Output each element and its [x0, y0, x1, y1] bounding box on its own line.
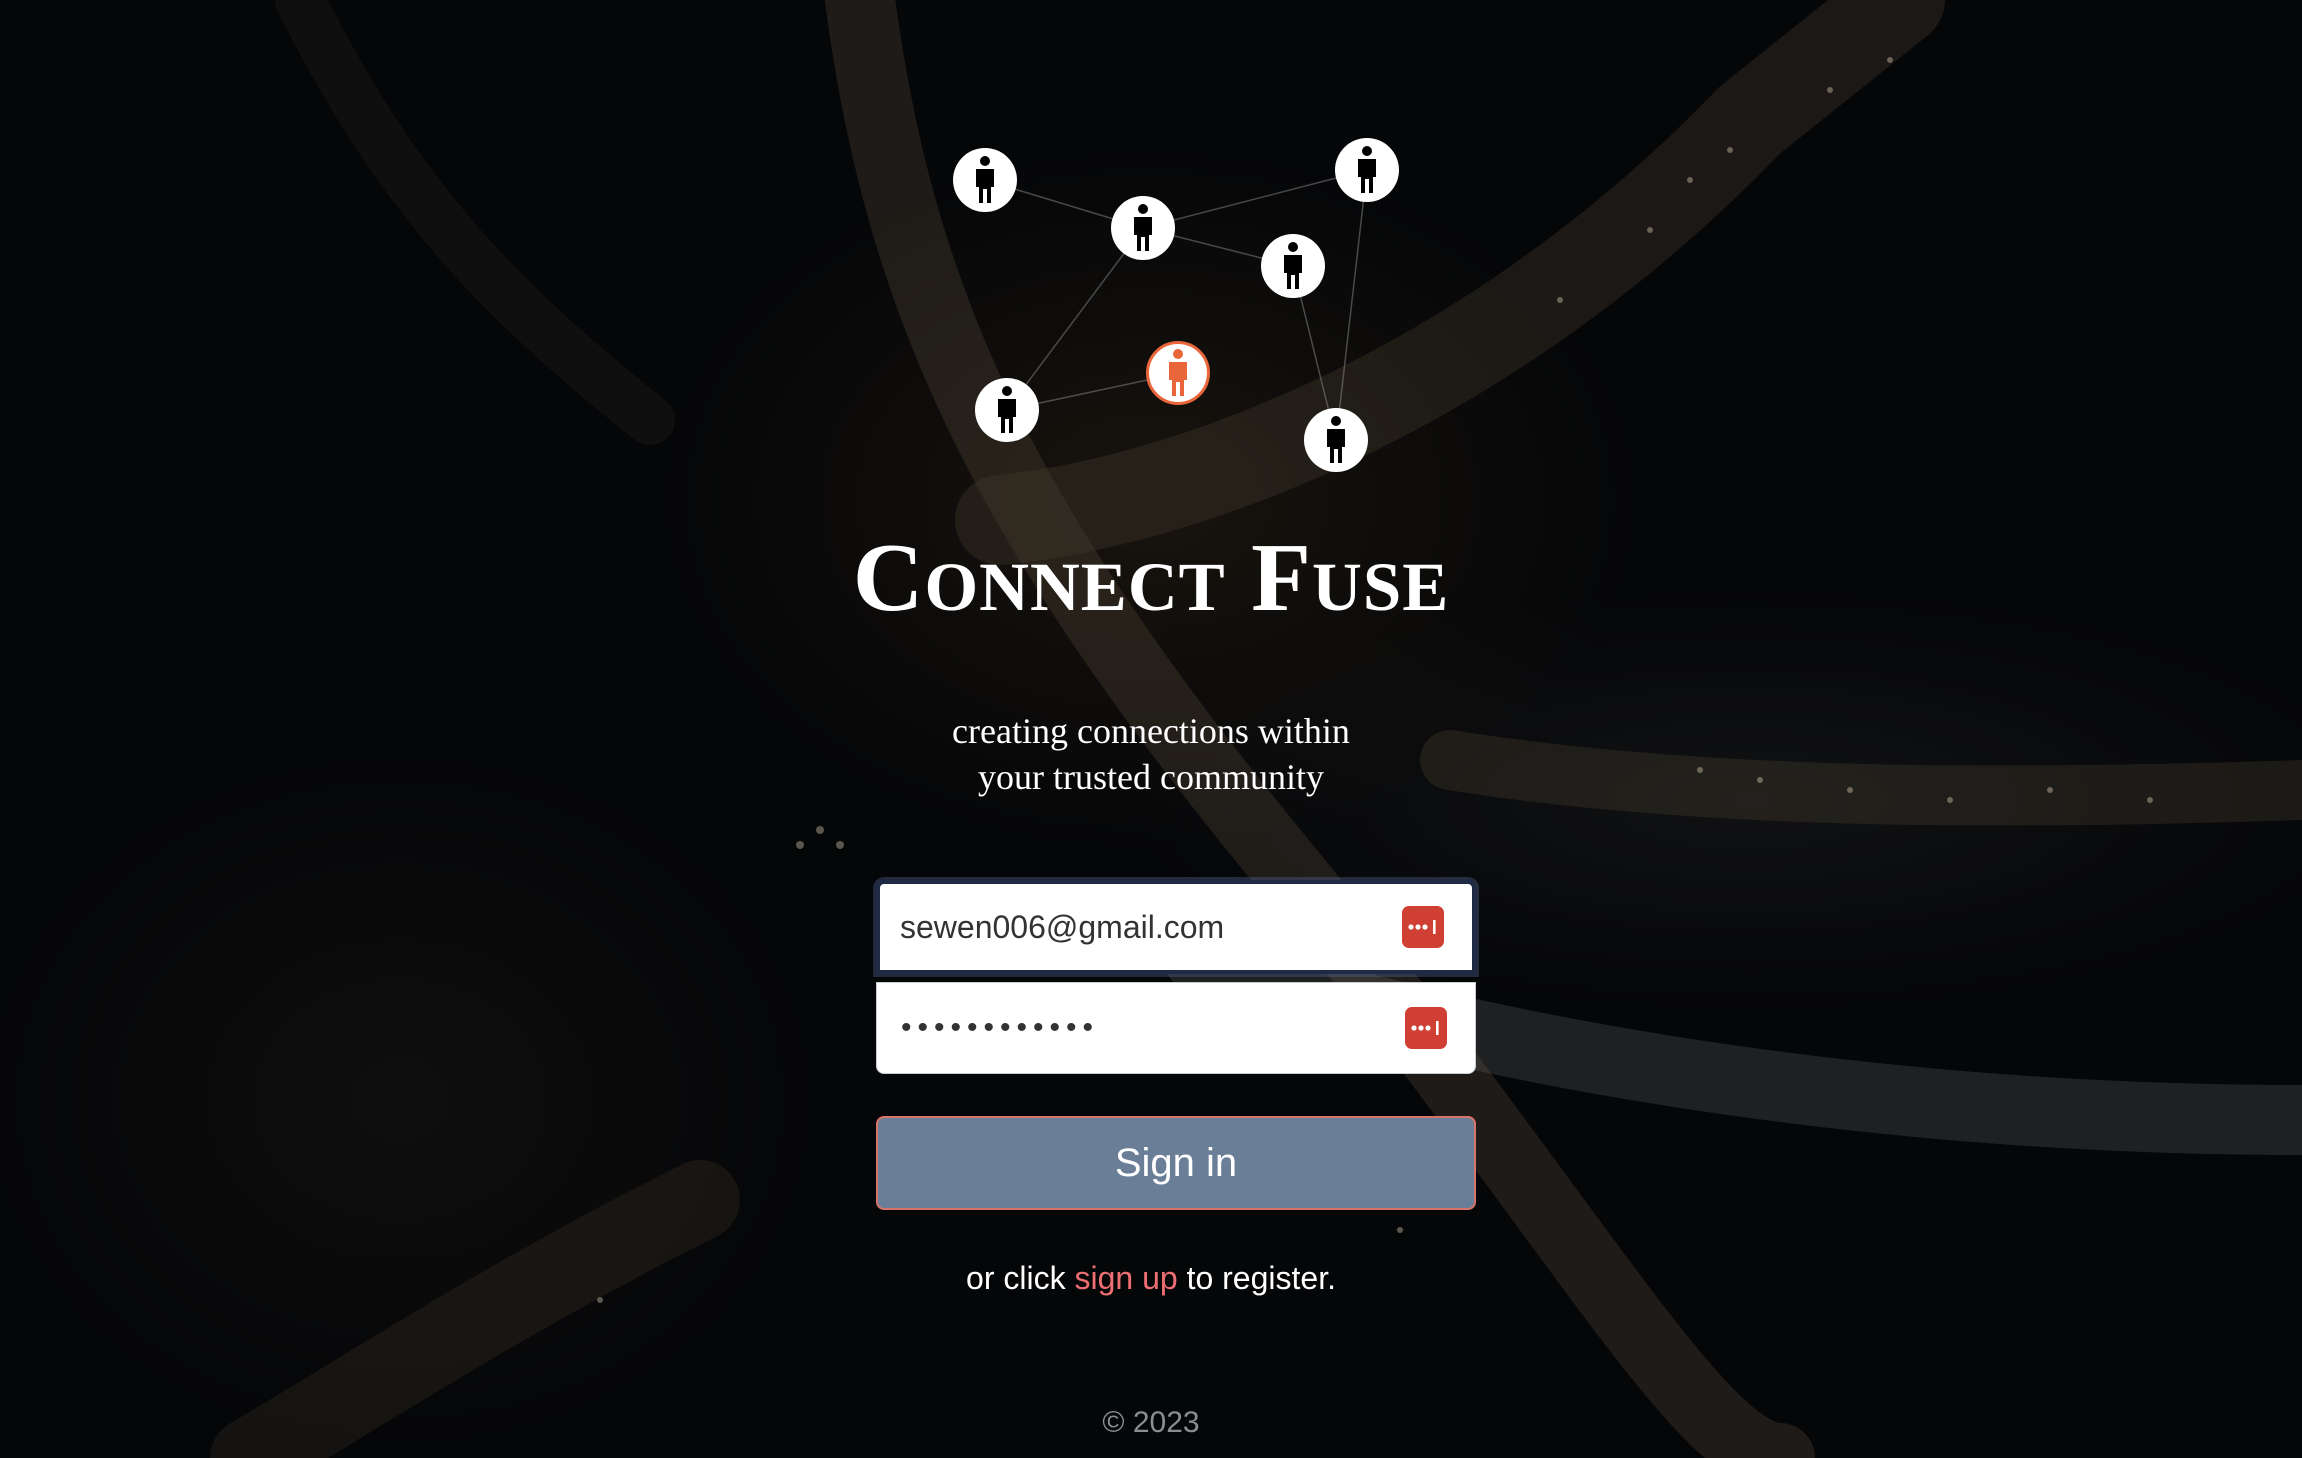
- tagline: creating connections within your trusted…: [0, 708, 2302, 800]
- person-icon: [1335, 138, 1399, 202]
- person-icon: [1111, 196, 1175, 260]
- email-field-container: [876, 880, 1476, 974]
- sign-up-link[interactable]: sign up: [1074, 1260, 1177, 1296]
- tagline-line-2: your trusted community: [978, 757, 1324, 797]
- person-icon: [1261, 234, 1325, 298]
- register-prompt: or click sign up to register.: [0, 1260, 2302, 1297]
- password-manager-icon[interactable]: [1402, 906, 1444, 948]
- password-manager-icon[interactable]: [1405, 1007, 1447, 1049]
- person-icon: [1304, 408, 1368, 472]
- register-prefix: or click: [966, 1260, 1066, 1296]
- tagline-line-1: creating connections within: [952, 711, 1350, 751]
- highlighted-person-icon: [1146, 341, 1210, 405]
- person-icon: [975, 378, 1039, 442]
- person-icon: [953, 148, 1017, 212]
- sign-in-button[interactable]: Sign in: [876, 1116, 1476, 1210]
- copyright-footer: © 2023: [1102, 1406, 1200, 1439]
- register-suffix: to register.: [1186, 1260, 1336, 1296]
- email-field[interactable]: [900, 884, 1380, 970]
- login-page: Connect Fuse creating connections within…: [0, 0, 2302, 1458]
- password-field[interactable]: [901, 983, 1381, 1073]
- login-form: Sign in: [876, 880, 1476, 1210]
- brand-title: Connect Fuse: [852, 524, 1450, 632]
- password-field-container: [876, 982, 1476, 1074]
